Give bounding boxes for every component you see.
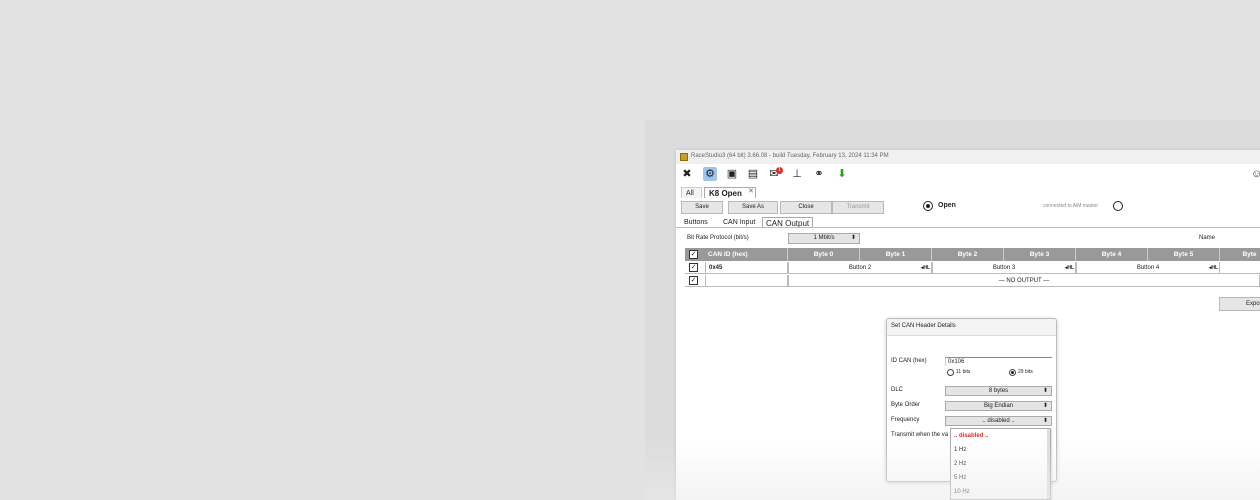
- hl-indicator-icon: ◂HL: [1208, 265, 1218, 271]
- connection-indicator-icon: [1113, 201, 1123, 211]
- user-icon[interactable]: ☺: [1251, 167, 1260, 181]
- export-button[interactable]: Expo: [1219, 297, 1260, 311]
- hl-indicator-icon: ◂HL: [1064, 265, 1074, 271]
- byte-order-label: Byte Order: [891, 402, 921, 408]
- id-can-label: ID CAN (hex): [891, 358, 927, 364]
- select-arrow-icon: ⬍: [1042, 418, 1048, 424]
- select-arrow-icon: ⬍: [1042, 403, 1048, 409]
- connection-status: connected to AiM master: [1043, 203, 1099, 209]
- frequency-select[interactable]: .. disabled .. ⬍: [945, 416, 1052, 426]
- subtab-divider: [676, 227, 1260, 228]
- settings-gear-icon[interactable]: ⚙: [703, 167, 717, 181]
- header-byte-3: Byte 3: [1004, 248, 1076, 261]
- save-as-button[interactable]: Save As: [728, 201, 778, 214]
- dlc-value: 8 bytes: [988, 388, 1009, 394]
- close-button[interactable]: Close: [780, 201, 832, 214]
- frequency-value: .. disabled ..: [982, 418, 1015, 424]
- bitrate-select[interactable]: 1 Mbit/s ⬍: [788, 233, 860, 244]
- window-title: RaceStudio3 (64 bit) 3.66.08 - build Tue…: [691, 153, 889, 159]
- transmit-button[interactable]: Transmit: [832, 201, 884, 214]
- header-byte-4: Byte 4: [1076, 248, 1148, 261]
- header-byte-0: Byte 0: [788, 248, 860, 261]
- frequency-option-5hz[interactable]: 5 Hz: [954, 475, 966, 481]
- table-row[interactable]: ✓ — NO OUTPUT —: [685, 275, 1260, 287]
- header-byte-2: Byte 2: [932, 248, 1004, 261]
- frequency-option-10hz[interactable]: 10 Hz: [954, 489, 970, 495]
- radio-29-bits[interactable]: [1009, 369, 1016, 376]
- bitrate-label: Bit Rate Protocol (bit/s): [687, 235, 749, 241]
- row-checkbox[interactable]: ✓: [689, 276, 698, 285]
- dlc-label: DLC: [891, 387, 904, 393]
- open-mode-label: Open: [938, 202, 956, 209]
- cell-label: Button 2: [848, 265, 872, 271]
- select-arrow-icon: ⬍: [1042, 388, 1048, 394]
- open-radio[interactable]: [923, 201, 933, 211]
- temperature-probe-icon[interactable]: ⊥: [790, 167, 804, 181]
- connection-icon[interactable]: ⚭: [812, 167, 826, 181]
- radio-29-bits-label: 29 bits: [1018, 369, 1033, 375]
- id-can-input[interactable]: 0x106: [945, 357, 1052, 366]
- tools-icon[interactable]: ✖: [680, 167, 694, 181]
- radio-11-bits-label: 11 bits: [956, 369, 971, 375]
- tab-all[interactable]: All: [681, 187, 702, 198]
- transmit-when-label: Transmit when the va: [891, 432, 949, 438]
- dialog-title-bar: Set CAN Header Details: [887, 319, 1056, 336]
- row-checkbox[interactable]: ✓: [689, 263, 698, 272]
- frequency-option-1hz[interactable]: 1 Hz: [954, 447, 966, 453]
- header-byte-5: Byte 5: [1148, 248, 1220, 261]
- save-button[interactable]: Save: [681, 201, 723, 214]
- frequency-dropdown-list: .. disabled .. 1 Hz 2 Hz 5 Hz 10 Hz: [950, 428, 1051, 500]
- dlc-select[interactable]: 8 bytes ⬍: [945, 386, 1052, 396]
- frequency-option-disabled[interactable]: .. disabled ..: [954, 433, 988, 439]
- select-arrow-icon: ⬍: [850, 235, 856, 241]
- table-row[interactable]: ✓ 0x45 Button 2 ◂HL Button 3 ◂HL Button …: [685, 262, 1260, 274]
- radio-11-bits[interactable]: [947, 369, 954, 376]
- cell-label: Button 3: [992, 265, 1016, 271]
- header-byte-1: Byte 1: [860, 248, 932, 261]
- header-can-id: CAN ID (hex): [705, 248, 788, 261]
- header-byte-6: Byte: [1220, 248, 1260, 261]
- table-header: ✓ CAN ID (hex) Byte 0 Byte 1 Byte 2 Byte…: [685, 248, 1260, 261]
- export-config-icon[interactable]: ▤: [746, 167, 760, 181]
- edit-config-icon[interactable]: ▣: [725, 167, 739, 181]
- byte-cell-button-4[interactable]: Button 4 ◂HL: [1076, 262, 1220, 274]
- title-bar: RaceStudio3 (64 bit) 3.66.08 - build Tue…: [676, 150, 1260, 164]
- byte-cell-button-3[interactable]: Button 3 ◂HL: [932, 262, 1076, 274]
- app-logo-icon: [680, 153, 688, 161]
- byte-order-select[interactable]: Big Endian ⬍: [945, 401, 1052, 411]
- select-all-checkbox[interactable]: ✓: [689, 250, 698, 259]
- byte-order-value: Big Endian: [983, 403, 1014, 409]
- frequency-option-2hz[interactable]: 2 Hz: [954, 461, 966, 467]
- tab-close-icon[interactable]: ✕: [748, 187, 754, 195]
- hl-indicator-icon: ◂HL: [920, 265, 930, 271]
- download-icon[interactable]: ⬇: [835, 167, 849, 181]
- cell-label: Button 4: [1136, 265, 1160, 271]
- notification-badge: 1: [776, 167, 783, 174]
- frequency-label: Frequency: [891, 417, 920, 423]
- no-output-cell: — NO OUTPUT —: [788, 275, 1260, 287]
- byte-cell-button-2[interactable]: Button 2 ◂HL: [788, 262, 932, 274]
- can-id-cell[interactable]: 0x45: [705, 262, 788, 274]
- dialog-title: Set CAN Header Details: [891, 323, 956, 329]
- can-id-cell[interactable]: [705, 275, 788, 287]
- dropdown-scrollbar[interactable]: [1047, 429, 1050, 499]
- name-column-label: Name: [1199, 235, 1216, 241]
- bitrate-value: 1 Mbit/s: [813, 235, 835, 241]
